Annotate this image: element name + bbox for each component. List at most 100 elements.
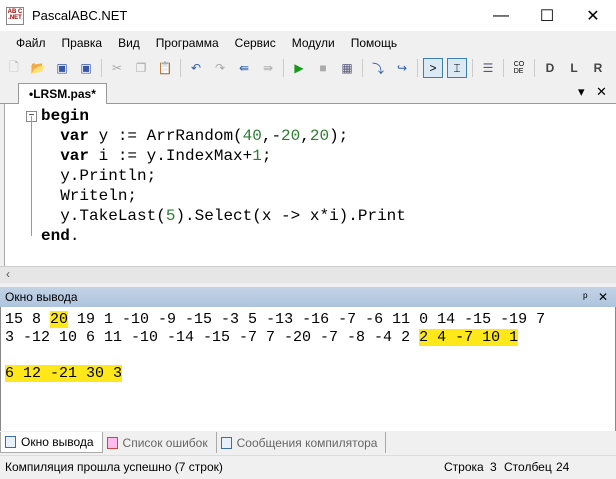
code-line: y.Println; xyxy=(41,166,406,186)
menu-edit[interactable]: Правка xyxy=(54,36,111,50)
output-window[interactable]: 15 8 20 19 1 -10 -9 -15 -3 5 -13 -16 -7 … xyxy=(0,307,616,431)
cut-icon[interactable]: ✂ xyxy=(107,58,127,78)
step-into-icon[interactable]: ⤵ xyxy=(368,58,388,78)
close-panel-icon[interactable]: ✕ xyxy=(598,287,608,307)
maximize-button[interactable]: ☐ xyxy=(524,0,570,31)
save-all-icon[interactable]: ▣ xyxy=(76,58,96,78)
output-line: 6 12 -21 30 3 xyxy=(5,365,545,383)
text-token: y := ArrRandom( xyxy=(89,127,243,145)
debug-d-icon[interactable]: D xyxy=(540,58,560,78)
code-line: var i := y.IndexMax+1; xyxy=(41,146,406,166)
menu-help[interactable]: Помощь xyxy=(343,36,405,50)
document-tab-strip: •LRSM.pas* ▾ ✕ xyxy=(0,81,616,105)
save-icon[interactable]: ▣ xyxy=(52,58,72,78)
text-token: ); xyxy=(329,127,349,145)
text-token: . xyxy=(69,227,80,245)
tab-lrsm-pas[interactable]: •LRSM.pas* xyxy=(18,83,107,105)
redo-icon[interactable]: ↷ xyxy=(210,58,230,78)
menu-service[interactable]: Сервис xyxy=(227,36,284,50)
text-token: var xyxy=(60,127,90,145)
text-token: 1 xyxy=(252,147,262,165)
tab-compiler-messages-label: Сообщения компилятора xyxy=(236,435,378,450)
menu-view[interactable]: Вид xyxy=(110,36,148,50)
new-file-icon[interactable]: 🗋 xyxy=(4,58,24,78)
format-left-icon[interactable]: ⇚ xyxy=(234,58,254,78)
text-token: end xyxy=(41,227,70,245)
text-token: 20 xyxy=(309,127,330,145)
text-token: begin xyxy=(41,107,90,125)
text-token: ; xyxy=(261,147,272,165)
text-token: y.Println; xyxy=(41,167,157,185)
close-tab-icon[interactable]: ✕ xyxy=(596,84,607,100)
run-icon[interactable]: ▶ xyxy=(289,58,309,78)
title-bar: AB C .NET PascalABC.NET — ☐ ✕ xyxy=(0,0,616,31)
step-over-icon[interactable]: ↪ xyxy=(392,58,412,78)
output-panel-header: Окно вывода ᵖ ✕ xyxy=(0,287,616,307)
line-number: 3 xyxy=(490,460,497,474)
close-button[interactable]: ✕ xyxy=(570,0,616,31)
output-panel-title: Окно вывода xyxy=(5,290,78,304)
text-token: ,- xyxy=(261,127,282,145)
undo-icon[interactable]: ↶ xyxy=(186,58,206,78)
code-line: Writeln; xyxy=(41,186,406,206)
text-token: 15 8 xyxy=(5,311,51,328)
text-token: Writeln; xyxy=(41,187,138,205)
highlighted-text: 20 xyxy=(50,311,69,328)
code-text[interactable]: begin var y := ArrRandom(40,-20,20); var… xyxy=(41,106,406,246)
text-token: var xyxy=(60,147,90,165)
text-token: i := y.IndexMax+ xyxy=(89,147,253,165)
minimize-button[interactable]: — xyxy=(478,0,524,31)
debug-r-icon[interactable]: R xyxy=(588,58,608,78)
fold-line xyxy=(31,116,32,236)
document-icon[interactable]: ☰ xyxy=(478,58,498,78)
line-label: Строка xyxy=(444,460,484,474)
toolbar: 🗋 📂 ▣ ▣ ✂ ❐ 📋 ↶ ↷ ⇚ ⇛ ▶ ■ ▦ ⤵ ↪ > ⌶ ☰ CO… xyxy=(0,55,616,81)
tab-error-list[interactable]: Список ошибок xyxy=(103,432,217,453)
app-icon: AB C .NET xyxy=(6,6,24,25)
code-line: y.TakeLast(5).Select(x -> x*i).Print xyxy=(41,206,406,226)
copy-icon[interactable]: ❐ xyxy=(131,58,151,78)
debug-l-icon[interactable]: L xyxy=(564,58,584,78)
open-folder-icon[interactable]: 📂 xyxy=(28,58,48,78)
compiler-messages-icon xyxy=(220,436,232,449)
status-message: Компиляция прошла успешно (7 строк) xyxy=(5,460,223,474)
output-line xyxy=(5,347,545,365)
tab-output-label: Окно вывода xyxy=(21,435,94,449)
paste-icon[interactable]: 📋 xyxy=(155,58,175,78)
text-token: y.TakeLast( xyxy=(41,207,166,225)
output-console-icon[interactable]: > xyxy=(423,58,443,78)
text-token: ).Select(x -> x*i).Print xyxy=(175,207,406,225)
text-token: 20 xyxy=(281,127,301,145)
stop-icon[interactable]: ■ xyxy=(313,58,333,78)
debug-window-icon[interactable]: ▦ xyxy=(337,58,357,78)
column-number: 24 xyxy=(556,460,570,474)
tab-list-dropdown-icon[interactable]: ▾ xyxy=(578,84,585,100)
highlighted-text: 6 12 -21 30 3 xyxy=(5,365,123,382)
output-line: 15 8 20 19 1 -10 -9 -15 -3 5 -13 -16 -7 … xyxy=(5,311,545,329)
text-token: 5 xyxy=(165,207,176,225)
output-text: 15 8 20 19 1 -10 -9 -15 -3 5 -13 -16 -7 … xyxy=(5,311,545,383)
text-token: 19 1 -10 -9 -15 -3 5 -13 -16 -7 -6 11 0 … xyxy=(68,311,546,328)
code-editor[interactable]: − begin var y := ArrRandom(40,-20,20); v… xyxy=(4,104,616,266)
tab-compiler-messages[interactable]: Сообщения компилятора xyxy=(217,432,387,453)
window-title: PascalABC.NET xyxy=(32,8,128,23)
text-token: , xyxy=(300,127,310,145)
text-token: 40 xyxy=(242,127,262,145)
bottom-tabs: Окно вывода Список ошибок Сообщения комп… xyxy=(0,432,616,453)
code-icon[interactable]: CO DE xyxy=(509,58,529,78)
menu-program[interactable]: Программа xyxy=(148,36,227,50)
output-icon xyxy=(5,436,16,448)
text-token: 3 -12 10 6 11 -10 -14 -15 -7 7 -20 -7 -8… xyxy=(5,329,420,346)
output-text-icon[interactable]: ⌶ xyxy=(447,58,467,78)
horizontal-scrollbar[interactable]: ‹ xyxy=(0,266,616,283)
pin-icon[interactable]: ᵖ xyxy=(583,287,588,307)
menu-modules[interactable]: Модули xyxy=(284,36,343,50)
scroll-left-icon[interactable]: ‹ xyxy=(6,267,10,281)
output-line: 3 -12 10 6 11 -10 -14 -15 -7 7 -20 -7 -8… xyxy=(5,329,545,347)
tab-output[interactable]: Окно вывода xyxy=(0,432,103,453)
menu-file[interactable]: Файл xyxy=(8,36,54,50)
format-right-icon[interactable]: ⇛ xyxy=(258,58,278,78)
error-list-icon xyxy=(106,436,118,449)
